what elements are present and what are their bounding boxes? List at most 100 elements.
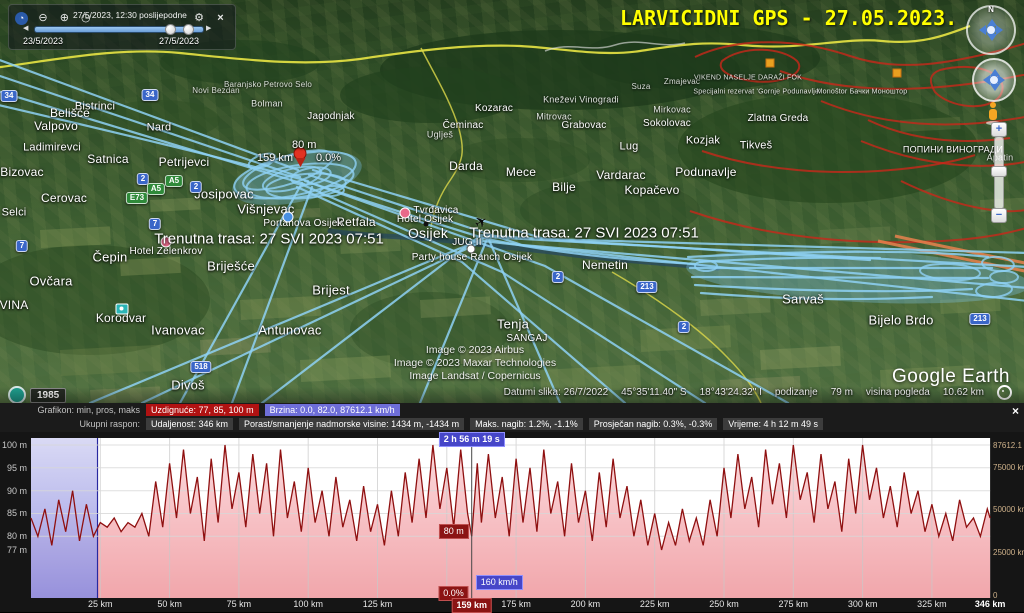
map-label: Selci [2, 208, 27, 219]
map-label: Uglješ [427, 131, 453, 140]
map-label: Hotel Zelenkrov [129, 247, 202, 257]
map-viewport[interactable]: BistrinciBelišćeValpovoNardLadimirevciSa… [0, 0, 1024, 403]
time-slider-handle-end[interactable] [183, 24, 194, 35]
map-label: Čepin [93, 251, 128, 264]
map-label: Nemetin [582, 259, 628, 271]
imagery-date: Datumi slika: 26/7/2022 [504, 387, 609, 398]
look-left-arrow-icon[interactable] [974, 25, 986, 35]
time-slider-track[interactable] [34, 26, 204, 33]
black-poi-icon[interactable] [424, 222, 429, 227]
elevation-profile-panel[interactable]: 100 m95 m90 m85 m80 m77 m87612.1 km/h750… [0, 432, 1024, 612]
map-label: Belišće [50, 107, 90, 119]
zoom-out-button[interactable] [991, 208, 1007, 223]
map-label: VINA [0, 299, 28, 311]
map-label: Brijest [312, 284, 350, 297]
eye-altitude-label: visina pogleda [866, 387, 930, 398]
map-label: Nard [147, 123, 172, 134]
pan-down-arrow-icon[interactable] [990, 84, 1000, 96]
historical-clock-icon[interactable] [8, 386, 26, 403]
time-slider[interactable]: 27/5/2023, 12:30 poslijepodne 23/5/2023 … [8, 4, 236, 50]
map-label: Suza [631, 83, 650, 91]
play-icon[interactable] [206, 24, 211, 32]
road-badge: 34 [142, 89, 159, 101]
graph-stats-label: Grafikon: min, pros, maks [30, 405, 140, 415]
elevation-value: 79 m [831, 387, 853, 398]
map-label: Divoš [171, 379, 205, 392]
copyright-line: Image Landsat / Copernicus [330, 370, 620, 383]
timeline-zoom-in-icon[interactable] [58, 12, 71, 25]
look-down-arrow-icon[interactable] [987, 34, 997, 46]
pegman-head [990, 102, 996, 108]
map-label: Petrijevci [159, 156, 210, 168]
map-label: Portanova Osijek [263, 219, 342, 229]
elevation-label: podizanje [775, 387, 818, 398]
close-chart-button[interactable] [1012, 404, 1019, 418]
step-back-icon[interactable] [23, 24, 28, 32]
zoom-slider[interactable] [992, 122, 1004, 222]
x-axis-distance-tick: 275 km [779, 599, 809, 609]
map-label: Grabovac [562, 121, 607, 131]
compass-center-icon[interactable] [986, 25, 996, 35]
pink-poi-icon[interactable] [400, 208, 411, 219]
y-axis-elevation-tick: 90 m [0, 486, 27, 496]
white-poi-icon[interactable] [467, 245, 476, 254]
time-stat: Vrijeme: 4 h 12 m 49 s [723, 418, 823, 430]
orangesq-poi-icon[interactable] [766, 59, 775, 68]
map-label: Mirkovac [653, 106, 691, 115]
road-badge: 2 [190, 181, 202, 193]
pin-elevation-label: 80 m [292, 139, 316, 151]
map-label: SANGAJ [506, 334, 547, 344]
zoom-in-button[interactable] [991, 122, 1007, 137]
x-axis-distance-tick: 250 km [709, 599, 739, 609]
look-right-arrow-icon[interactable] [996, 25, 1008, 35]
elevation-change-stat: Porast/smanjenje nadmorske visine: 1434 … [239, 418, 464, 430]
x-axis-distance-tick: 325 km [917, 599, 947, 609]
title-overlay: LARVICIDNI GPS - 27.05.2023. [620, 6, 957, 30]
road-badge: 34 [1, 90, 18, 102]
map-label: Sarvaš [782, 293, 824, 306]
zoom-slider-handle[interactable] [991, 166, 1007, 177]
timeline-zoom-out-icon[interactable] [36, 12, 49, 25]
map-label: Kopačevo [625, 184, 680, 196]
blue-poi-icon[interactable] [283, 212, 294, 223]
cursor-elevation-tooltip: 80 m [439, 524, 469, 539]
settings-wrench-icon[interactable] [193, 12, 206, 25]
pan-center-icon[interactable] [989, 75, 999, 85]
map-label: Kozjak [686, 136, 720, 147]
camera-poi-icon[interactable] [116, 304, 129, 315]
y-axis-speed-tick: 75000 km/h [993, 463, 1024, 472]
pegman-icon[interactable] [986, 102, 1000, 124]
x-axis-distance-tick: 225 km [640, 599, 670, 609]
historical-imagery-control[interactable]: 1985 [8, 386, 66, 403]
latitude-readout: 45°35'11.40" S [621, 387, 686, 398]
orangesq-poi-icon[interactable] [893, 69, 902, 78]
time-slider-close-icon[interactable] [214, 12, 227, 25]
road-badge: 213 [636, 281, 657, 293]
x-axis-distance-tick: 100 km [293, 599, 323, 609]
x-axis-distance-tick: 125 km [363, 599, 393, 609]
range-start-date: 23/5/2023 [23, 36, 63, 46]
y-axis-speed-tick: 50000 km/h [993, 505, 1024, 514]
map-label: Bilje [552, 181, 576, 193]
road-badge: A5 [147, 183, 165, 195]
compass-look-control[interactable]: N [966, 5, 1016, 55]
pan-control[interactable] [972, 58, 1016, 102]
map-label: Kneževi Vinogradi [543, 96, 619, 105]
map-label: Podunavlje [675, 166, 736, 178]
map-label: Ovčara [29, 275, 72, 288]
cursor-time-tooltip: 2 h 56 m 19 s [439, 432, 505, 447]
distance-stat: Udaljenost: 346 km [146, 418, 233, 430]
map-label: Osijek [408, 226, 448, 240]
map-label: Sokolovac [643, 119, 691, 129]
y-axis-speed-tick: 87612.1 km/h [993, 441, 1024, 450]
road-badge: 2 [552, 271, 564, 283]
time-slider-handle-start[interactable] [165, 24, 176, 35]
y-axis-elevation-tick: 100 m [0, 440, 27, 450]
current-track-label: Trenutna trasa: 27 SVI 2023 07:51 [469, 225, 699, 242]
y-axis-elevation-tick: 77 m [0, 545, 27, 555]
y-axis-speed-tick: 25000 km/h [993, 548, 1024, 557]
x-axis-distance-tick: 75 km [227, 599, 252, 609]
y-axis-elevation-tick: 85 m [0, 508, 27, 518]
historical-imagery-year-button[interactable]: 1985 [30, 388, 66, 403]
pan-right-arrow-icon[interactable] [998, 75, 1010, 85]
